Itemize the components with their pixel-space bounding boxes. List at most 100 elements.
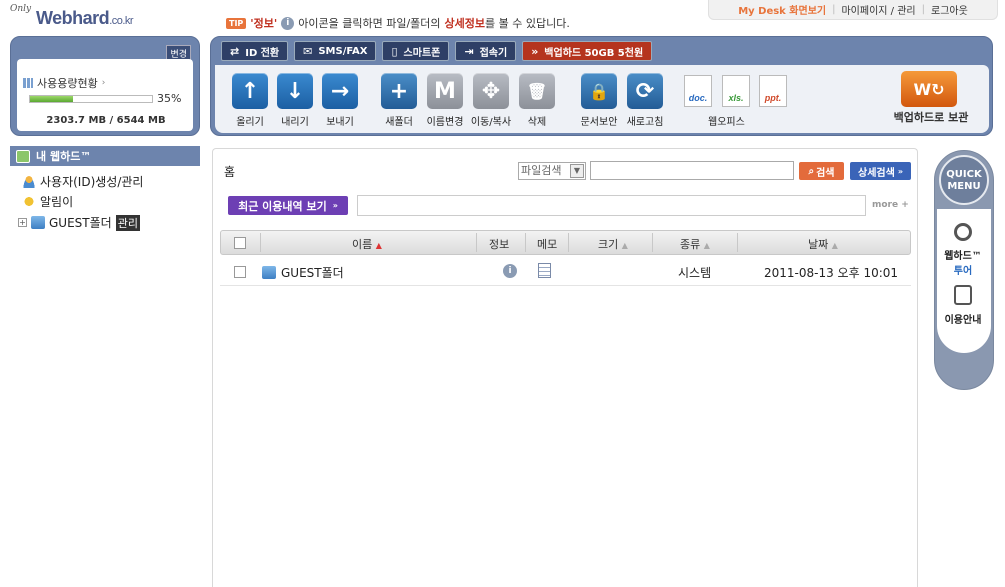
tip-quote: '정보'	[250, 17, 278, 30]
separator: |	[921, 4, 925, 15]
search-button[interactable]: ⌕ 검색	[799, 162, 844, 180]
download-button[interactable]: ↓ 내리기	[273, 73, 317, 128]
trash-icon: 🗑	[519, 73, 555, 109]
expand-icon[interactable]: +	[18, 218, 27, 227]
column-header-memo: 메모	[537, 238, 558, 251]
magnifier-icon	[954, 223, 972, 241]
connector-label: 접속기	[479, 47, 508, 59]
more-link[interactable]: more +	[872, 200, 909, 210]
quick-menu-title[interactable]: QUICK MENU	[939, 155, 989, 205]
double-arrow-icon: »	[531, 44, 539, 58]
folder-icon	[31, 216, 45, 229]
delete-label: 삭제	[527, 117, 547, 128]
backup-archive-button[interactable]: W↻	[901, 71, 957, 107]
row-date: 2011-08-13 오후 10:01	[764, 266, 899, 280]
tip-highlight: 상세정보	[444, 17, 486, 30]
manage-button[interactable]: 관리	[115, 214, 140, 231]
sort-up-icon: ▲	[621, 241, 628, 250]
mypage-link[interactable]: 마이페이지 / 관리	[841, 2, 915, 17]
column-divider	[568, 233, 569, 252]
column-header-name[interactable]: 이름 ▲	[352, 236, 382, 252]
doc-security-button[interactable]: 🔒 문서보안	[577, 73, 621, 128]
sort-up-icon: ▲	[831, 241, 838, 250]
column-header-label: 날짜	[808, 238, 829, 251]
arrow-up-icon: ↑	[232, 73, 268, 109]
upload-button[interactable]: ↑ 올리기	[228, 73, 272, 128]
logo[interactable]: Only Webhard.co.kr	[10, 4, 170, 28]
tree-item-alarm[interactable]: 알림이	[22, 193, 73, 210]
info-icon[interactable]: i	[503, 264, 517, 278]
column-header-type[interactable]: 종류 ▲	[680, 236, 710, 252]
row-checkbox[interactable]	[234, 266, 246, 278]
ppt-doc-icon[interactable]: ppt.	[759, 75, 787, 107]
column-header-label: 이름	[352, 238, 373, 251]
quick-title-line2: MENU	[947, 181, 981, 192]
upload-label: 올리기	[236, 117, 264, 128]
sms-fax-button[interactable]: ✉ SMS/FAX	[294, 41, 377, 61]
rename-button[interactable]: M 이름변경	[423, 73, 467, 128]
toolbar-tabs: ⇄ ID 전환 ✉ SMS/FAX ▯ 스마트폰 ⇥ 접속기 » 백업하드 50GB 5천…	[221, 41, 653, 61]
connect-icon: ⇥	[464, 44, 474, 58]
column-divider	[476, 233, 477, 252]
row-name-label: GUEST폴더	[281, 266, 344, 280]
backup-archive-label: 백업하드로 보관	[893, 111, 969, 124]
arrow-down-icon: ↓	[277, 73, 313, 109]
webhard-tour-link[interactable]: 웹하드™ 투어	[935, 223, 991, 277]
smartphone-button[interactable]: ▯ 스마트폰	[382, 41, 450, 61]
search-type-select[interactable]: 파일검색 ▼	[518, 162, 586, 180]
search-input[interactable]	[590, 161, 794, 180]
select-all-checkbox[interactable]	[234, 237, 246, 249]
tree-item-label: 사용자(ID)생성/관리	[40, 175, 144, 189]
refresh-icon: ⟳	[627, 73, 663, 109]
column-divider	[652, 233, 653, 252]
bell-icon	[22, 195, 36, 208]
refresh-button[interactable]: ⟳ 새로고침	[623, 73, 667, 128]
column-divider	[737, 233, 738, 252]
send-button[interactable]: → 보내기	[318, 73, 362, 128]
delete-button[interactable]: 🗑 삭제	[515, 73, 559, 128]
chevron-down-icon: »	[897, 166, 903, 176]
guide-icon	[954, 285, 972, 305]
column-header-date[interactable]: 날짜 ▲	[808, 236, 838, 252]
chevron-down-icon: »	[332, 201, 338, 210]
phone-icon: ▯	[391, 44, 398, 58]
connector-button[interactable]: ⇥ 접속기	[455, 41, 517, 61]
logo-name: Webhard	[36, 8, 110, 28]
info-icon: i	[281, 16, 295, 30]
row-type: 시스템	[678, 266, 712, 280]
recent-history-button[interactable]: 최근 이용내역 보기 »	[228, 196, 348, 215]
sms-fax-label: SMS/FAX	[318, 45, 368, 57]
id-switch-button[interactable]: ⇄ ID 전환	[221, 41, 289, 61]
download-label: 내리기	[281, 117, 309, 128]
mydesk-link[interactable]: My Desk 화면보기	[738, 2, 826, 17]
row-name[interactable]: GUEST폴더	[262, 264, 344, 281]
column-header-size[interactable]: 크기 ▲	[598, 236, 628, 252]
folder-icon	[262, 266, 276, 279]
breadcrumb[interactable]: 홈	[224, 163, 235, 180]
tour-line2: 투어	[953, 266, 973, 277]
advanced-search-button[interactable]: 상세검색»	[850, 162, 911, 180]
move-copy-label: 이동/복사	[470, 117, 512, 128]
new-folder-button[interactable]: + 새폴더	[377, 73, 421, 128]
tree-item-guest-folder[interactable]: + GUEST폴더 관리	[18, 214, 140, 231]
storage-panel: 변경 사용용량현황 › 35% 2303.7 MB / 6544 MB	[10, 36, 200, 136]
top-links: My Desk 화면보기 | 마이페이지 / 관리 | 로그아웃	[708, 0, 998, 20]
column-header-info: 정보	[489, 238, 510, 251]
lock-icon: 🔒	[581, 73, 617, 109]
backup-hard-button[interactable]: » 백업하드 50GB 5천원	[522, 41, 653, 61]
search-icon: ⌕	[808, 165, 815, 177]
backup-hard-label: 백업하드 50GB 5천원	[544, 47, 644, 59]
storage-title[interactable]: 사용용량현황 ›	[23, 75, 105, 91]
memo-icon[interactable]	[538, 263, 551, 278]
bar-chart-icon	[23, 78, 33, 88]
move-copy-button[interactable]: ✥ 이동/복사	[469, 73, 513, 128]
logout-link[interactable]: 로그아웃	[931, 2, 968, 17]
tree-item-user-management[interactable]: 사용자(ID)생성/관리	[22, 173, 143, 190]
storage-title-label: 사용용량현황	[37, 77, 98, 90]
usage-guide-link[interactable]: 이용안내	[935, 285, 991, 326]
my-webhard-header[interactable]: 내 웹하드™	[10, 146, 200, 166]
search-type-value: 파일검색	[521, 164, 562, 177]
excel-doc-icon[interactable]: xls.	[722, 75, 750, 107]
word-doc-icon[interactable]: doc.	[684, 75, 712, 107]
user-icon	[22, 175, 36, 188]
